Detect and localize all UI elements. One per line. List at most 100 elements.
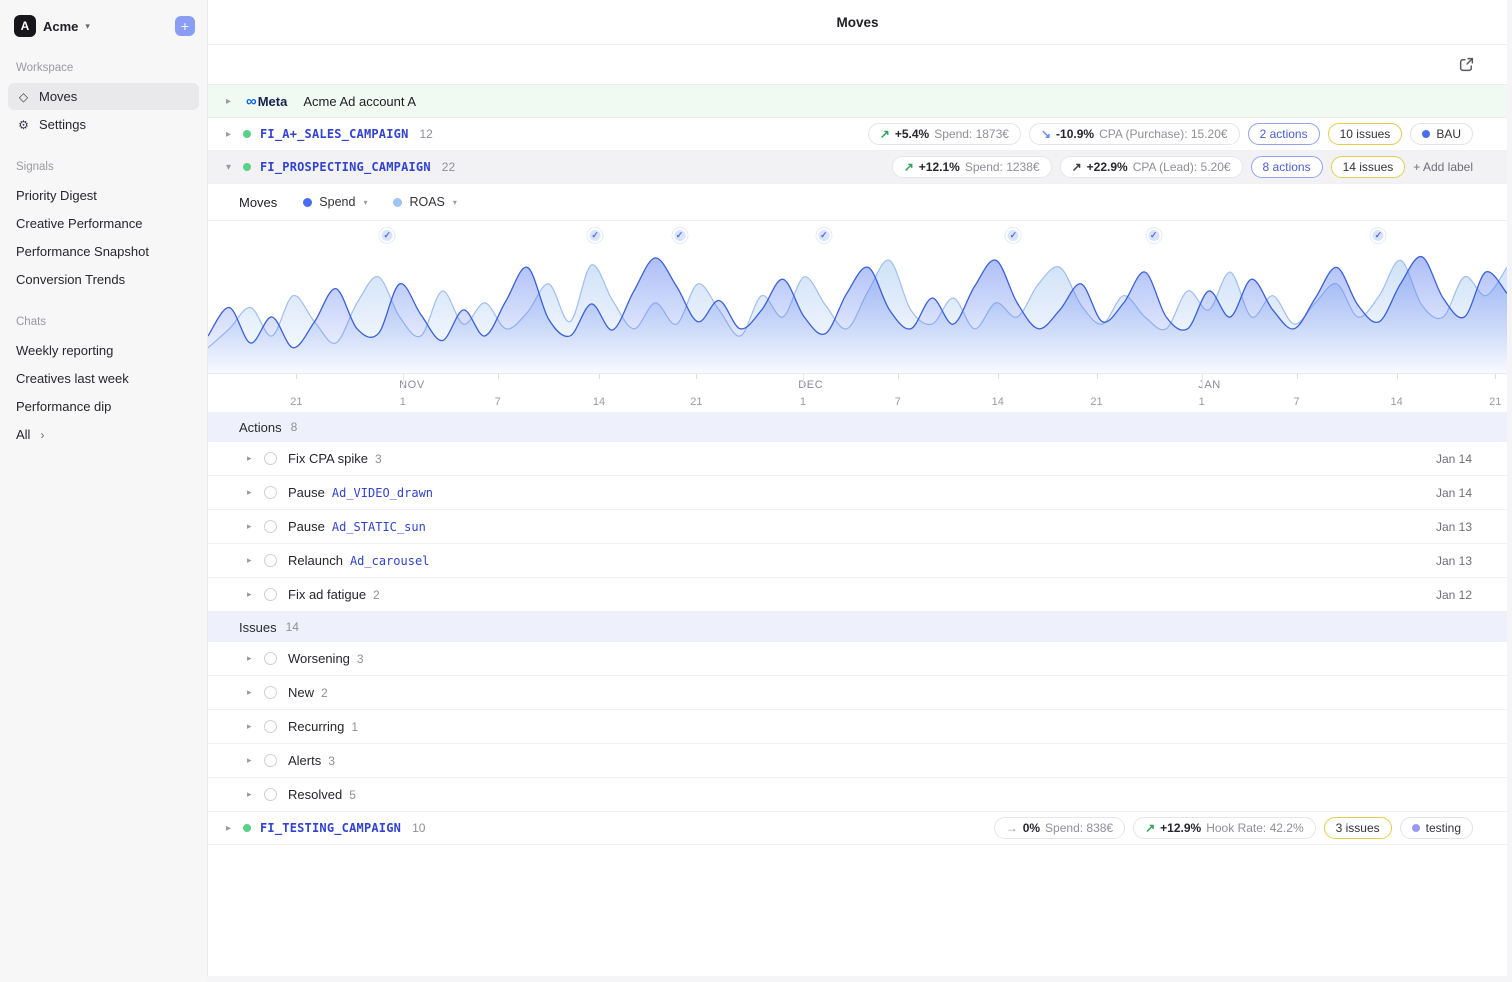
action-link[interactable]: Ad_VIDEO_drawn — [332, 486, 433, 500]
expand-icon[interactable]: ▸ — [247, 789, 257, 800]
axis-tick-label: 21 — [290, 396, 303, 408]
label-pill-testing[interactable]: testing — [1399, 817, 1473, 839]
action-row[interactable]: ▸ Fix ad fatigue 2 Jan 12 — [208, 578, 1507, 612]
add-button[interactable]: + — [175, 16, 195, 36]
expand-icon[interactable]: ▸ — [247, 487, 257, 498]
checkbox[interactable] — [264, 554, 277, 567]
issue-row[interactable]: ▸ Alerts 3 — [208, 744, 1507, 778]
chevron-down-icon: ▾ — [85, 20, 90, 31]
spend-area — [208, 256, 1507, 373]
legend-roas-dropdown[interactable]: ROAS ▾ — [393, 195, 457, 209]
expand-icon[interactable]: ▸ — [247, 755, 257, 766]
collapse-icon[interactable]: ▾ — [226, 162, 238, 173]
move-check-icon[interactable]: ✓ — [1370, 228, 1386, 243]
action-link[interactable]: Ad_carousel — [350, 554, 429, 568]
issue-row[interactable]: ▸ Worsening 3 — [208, 642, 1507, 676]
expand-icon[interactable]: ▸ — [226, 823, 238, 834]
campaign-row-prospecting[interactable]: ▾ FI_PROSPECTING_CAMPAIGN 22 ↗ +12.1% Sp… — [208, 151, 1507, 184]
axis-tick-mark — [1296, 374, 1298, 379]
checkbox[interactable] — [264, 652, 277, 665]
expand-icon[interactable]: ▸ — [226, 96, 238, 107]
action-row[interactable]: ▸ Pause Ad_VIDEO_drawn Jan 14 — [208, 476, 1507, 510]
actions-pill[interactable]: 8 actions — [1250, 156, 1323, 178]
section-label-workspace: Workspace — [16, 62, 74, 74]
checkbox[interactable] — [264, 520, 277, 533]
label-pill-bau[interactable]: BAU — [1410, 123, 1473, 145]
issue-count: 2 — [321, 685, 328, 700]
sidebar-item-moves[interactable]: ◇ Moves — [8, 83, 199, 110]
campaign-name[interactable]: FI_TESTING_CAMPAIGN — [260, 821, 401, 835]
sidebar-item-performance-snapshot[interactable]: Performance Snapshot — [8, 238, 199, 265]
move-check-icon[interactable]: ✓ — [587, 228, 603, 243]
move-check-icon[interactable]: ✓ — [816, 228, 832, 243]
campaign-row-sales[interactable]: ▸ FI_A+_SALES_CAMPAIGN 12 ↗ +5.4% Spend:… — [208, 118, 1507, 151]
issues-pill[interactable]: 10 issues — [1327, 123, 1403, 145]
move-check-icon[interactable]: ✓ — [1146, 228, 1162, 243]
issue-row[interactable]: ▸ Recurring 1 — [208, 710, 1507, 744]
spend-dot-icon — [303, 197, 313, 207]
issue-title: Alerts — [288, 753, 322, 768]
workspace-name: Acme — [43, 18, 79, 34]
empty-area — [208, 845, 1507, 976]
actions-pill[interactable]: 2 actions — [1247, 123, 1320, 145]
sidebar-item-settings[interactable]: ⚙ Settings — [8, 111, 199, 138]
issues-pill[interactable]: 3 issues — [1323, 817, 1392, 839]
sidebar-item-creatives-last-week[interactable]: Creatives last week — [8, 365, 199, 392]
move-check-icon[interactable]: ✓ — [1005, 228, 1021, 243]
campaign-row-testing[interactable]: ▸ FI_TESTING_CAMPAIGN 10 → 0% Spend: 838… — [208, 812, 1507, 845]
sidebar-item-weekly-reporting[interactable]: Weekly reporting — [8, 337, 199, 364]
meta-logo: ∞ Meta — [246, 94, 287, 109]
sidebar-item-all[interactable]: All › — [8, 421, 199, 448]
move-check-icon[interactable]: ✓ — [672, 228, 688, 243]
issues-section-header[interactable]: Issues 14 — [208, 612, 1507, 642]
axis-tick-mark — [402, 374, 404, 389]
issues-pill[interactable]: 14 issues — [1330, 156, 1406, 178]
action-row[interactable]: ▸ Fix CPA spike 3 Jan 14 — [208, 442, 1507, 476]
workspace-switcher[interactable]: A Acme ▾ + — [0, 12, 207, 40]
axis-tick-label: 14 — [592, 396, 606, 408]
add-label-button[interactable]: + Add label — [1413, 160, 1473, 174]
section-count: 8 — [290, 420, 298, 434]
open-external-icon[interactable] — [1458, 56, 1475, 73]
sidebar-item-label: Creatives last week — [16, 371, 129, 386]
campaign-name[interactable]: FI_A+_SALES_CAMPAIGN — [260, 127, 409, 141]
expand-icon[interactable]: ▸ — [247, 687, 257, 698]
metric-pill-cpa: ↘ -10.9% CPA (Purchase): 15.20€ — [1028, 123, 1240, 145]
ad-account-row[interactable]: ▸ ∞ Meta Acme Ad account A — [208, 85, 1507, 118]
sidebar-item-performance-dip[interactable]: Performance dip — [8, 393, 199, 420]
action-link[interactable]: Ad_STATIC_sun — [332, 520, 426, 534]
roas-dot-icon — [393, 197, 403, 207]
legend-spend-dropdown[interactable]: Spend ▾ — [303, 195, 367, 209]
checkbox[interactable] — [264, 686, 277, 699]
expand-icon[interactable]: ▸ — [226, 129, 238, 140]
expand-icon[interactable]: ▸ — [247, 453, 257, 464]
action-row[interactable]: ▸ Pause Ad_STATIC_sun Jan 13 — [208, 510, 1507, 544]
sidebar-item-creative-performance[interactable]: Creative Performance — [8, 210, 199, 237]
actions-section-header[interactable]: Actions 8 — [208, 412, 1507, 442]
expand-icon[interactable]: ▸ — [247, 521, 257, 532]
checkbox[interactable] — [264, 788, 277, 801]
spend-roas-chart[interactable]: ✓ ✓ ✓ ✓ ✓ ✓ ✓ — [208, 221, 1507, 374]
metric-pct: 0% — [1022, 821, 1041, 835]
issue-row[interactable]: ▸ New 2 — [208, 676, 1507, 710]
sidebar-item-priority-digest[interactable]: Priority Digest — [8, 182, 199, 209]
issue-row[interactable]: ▸ Resolved 5 — [208, 778, 1507, 812]
page-header: Moves — [208, 0, 1507, 45]
checkbox[interactable] — [264, 720, 277, 733]
campaign-name[interactable]: FI_PROSPECTING_CAMPAIGN — [260, 160, 431, 174]
action-row[interactable]: ▸ Relaunch Ad_carousel Jan 13 — [208, 544, 1507, 578]
expand-icon[interactable]: ▸ — [247, 721, 257, 732]
move-check-icon[interactable]: ✓ — [379, 228, 395, 243]
sidebar-item-conversion-trends[interactable]: Conversion Trends — [8, 266, 199, 293]
checkbox[interactable] — [264, 754, 277, 767]
metric-pill-spend: ↗ +5.4% Spend: 1873€ — [867, 123, 1021, 145]
gear-icon: ⚙ — [18, 117, 29, 132]
checkbox[interactable] — [264, 452, 277, 465]
acme-logo-letter: A — [20, 19, 30, 33]
expand-icon[interactable]: ▸ — [247, 653, 257, 664]
checkbox[interactable] — [264, 486, 277, 499]
trend-flat-icon: → — [1005, 821, 1018, 835]
checkbox[interactable] — [264, 588, 277, 601]
expand-icon[interactable]: ▸ — [247, 555, 257, 566]
expand-icon[interactable]: ▸ — [247, 589, 257, 600]
